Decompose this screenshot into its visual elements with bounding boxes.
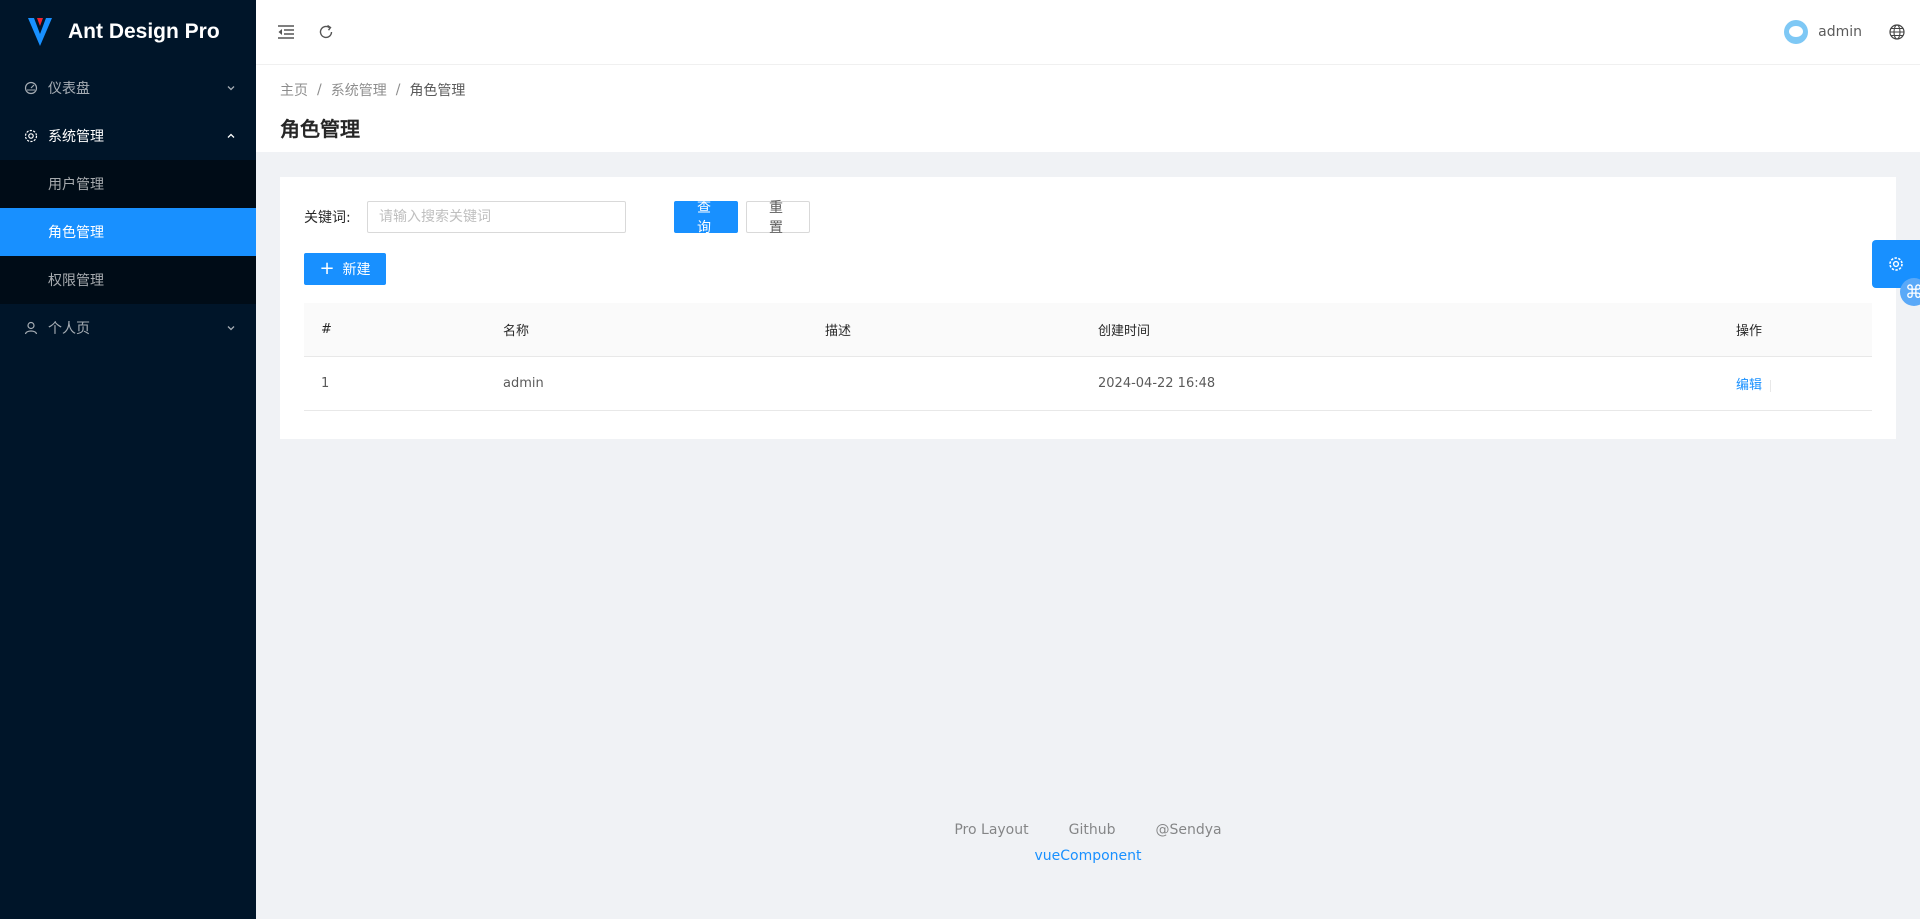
sidebar-item-label: 角色管理 [48, 225, 104, 241]
query-button[interactable]: 查询 [674, 200, 738, 236]
footer-links: Pro Layout Github @Sendya [256, 822, 1920, 838]
cell-index: 1 [321, 376, 330, 391]
page-title: 角色管理 [280, 117, 360, 141]
cell-created: 2024-04-22 16:48 [1098, 376, 1216, 391]
edit-link[interactable]: 编辑 [1736, 378, 1762, 393]
sidebar-item-permission-management[interactable]: 权限管理 [0, 256, 256, 304]
sidebar-item-dashboard[interactable]: 仪表盘 [0, 64, 256, 112]
reload-icon [319, 24, 333, 39]
top-header: admin [256, 0, 1920, 64]
search-label: 关键词: [304, 210, 351, 226]
footer-link-pro-layout[interactable]: Pro Layout [954, 822, 1028, 838]
footer-link-github[interactable]: Github [1069, 822, 1116, 838]
search-form: 关键词: 查询 重置 [304, 200, 1872, 236]
table-row: 1 admin 2024-04-22 16:48 编辑 [304, 357, 1872, 411]
sidebar-item-label: 权限管理 [48, 273, 104, 289]
logo[interactable]: Ant Design Pro [0, 0, 256, 64]
sidebar-item-label: 系统管理 [48, 129, 104, 145]
submenu-system: 用户管理 角色管理 权限管理 [0, 160, 256, 304]
search-input[interactable] [367, 201, 626, 233]
sidebar-item-system[interactable]: 系统管理 [0, 112, 256, 160]
logo-icon [28, 18, 52, 46]
sidebar-item-role-management[interactable]: 角色管理 [0, 208, 256, 256]
app-title: Ant Design Pro [68, 20, 220, 43]
footer: Pro Layout Github @Sendya vueComponent [256, 822, 1920, 864]
breadcrumb-current: 角色管理 [409, 83, 466, 99]
setting-icon [1889, 257, 1903, 271]
chevron-down-icon [227, 326, 235, 331]
column-header-index[interactable]: # [304, 322, 486, 337]
footer-copyright[interactable]: vueComponent [256, 848, 1920, 864]
reset-button[interactable]: 重置 [746, 200, 810, 236]
new-button-label: 新建 [342, 262, 371, 278]
user-icon [24, 321, 38, 335]
sidebar-item-label: 个人页 [48, 321, 90, 337]
column-header-name[interactable]: 名称 [486, 320, 808, 339]
breadcrumb-home[interactable]: 主页 [280, 80, 308, 100]
table-header: # 名称 描述 创建时间 操作 [304, 303, 1872, 357]
new-role-button[interactable]: + 新建 [304, 253, 386, 285]
sidebar: Ant Design Pro 仪表盘 系统管理 用户管理 角色管理 权限管理 个… [0, 0, 256, 919]
dashboard-icon [24, 81, 38, 95]
page-header: 主页 / 系统管理 / 角色管理 角色管理 [256, 64, 1920, 152]
column-header-action[interactable]: 操作 [1719, 320, 1872, 339]
sidebar-item-profile[interactable]: 个人页 [0, 304, 256, 352]
collapse-menu-button[interactable] [266, 0, 306, 64]
cell-action: 编辑 [1719, 374, 1872, 393]
global-icon [1889, 24, 1905, 40]
role-table: # 名称 描述 创建时间 操作 1 admin 2024-04-22 16:48… [304, 303, 1872, 411]
cell-name: admin [503, 376, 544, 391]
language-switch[interactable] [1874, 0, 1920, 64]
action-divider [1770, 379, 1772, 392]
reload-button[interactable] [306, 0, 346, 64]
chevron-down-icon [227, 86, 235, 91]
sidebar-item-user-management[interactable]: 用户管理 [0, 160, 256, 208]
footer-link-sendya[interactable]: @Sendya [1156, 822, 1222, 838]
content-card: 关键词: 查询 重置 + 新建 # 名称 描述 创建时间 操作 1 admin … [280, 177, 1896, 439]
column-header-description[interactable]: 描述 [808, 320, 1081, 339]
breadcrumb-separator: / [317, 82, 322, 98]
sidebar-item-label: 仪表盘 [48, 81, 90, 97]
chevron-up-icon [227, 133, 235, 138]
setting-icon [24, 129, 38, 143]
breadcrumb-separator: / [395, 82, 401, 98]
breadcrumb: 主页 / 系统管理 / 角色管理 [280, 79, 1896, 101]
avatar [1784, 20, 1809, 44]
user-dropdown[interactable]: admin [1772, 0, 1874, 64]
user-name: admin [1818, 24, 1862, 40]
column-header-created[interactable]: 创建时间 [1081, 320, 1719, 339]
breadcrumb-system[interactable]: 系统管理 [331, 80, 387, 100]
command-icon[interactable]: ⌘ [1900, 278, 1920, 306]
menu-fold-icon [278, 25, 294, 39]
plus-icon: + [319, 258, 335, 279]
sidebar-item-label: 用户管理 [48, 177, 104, 193]
